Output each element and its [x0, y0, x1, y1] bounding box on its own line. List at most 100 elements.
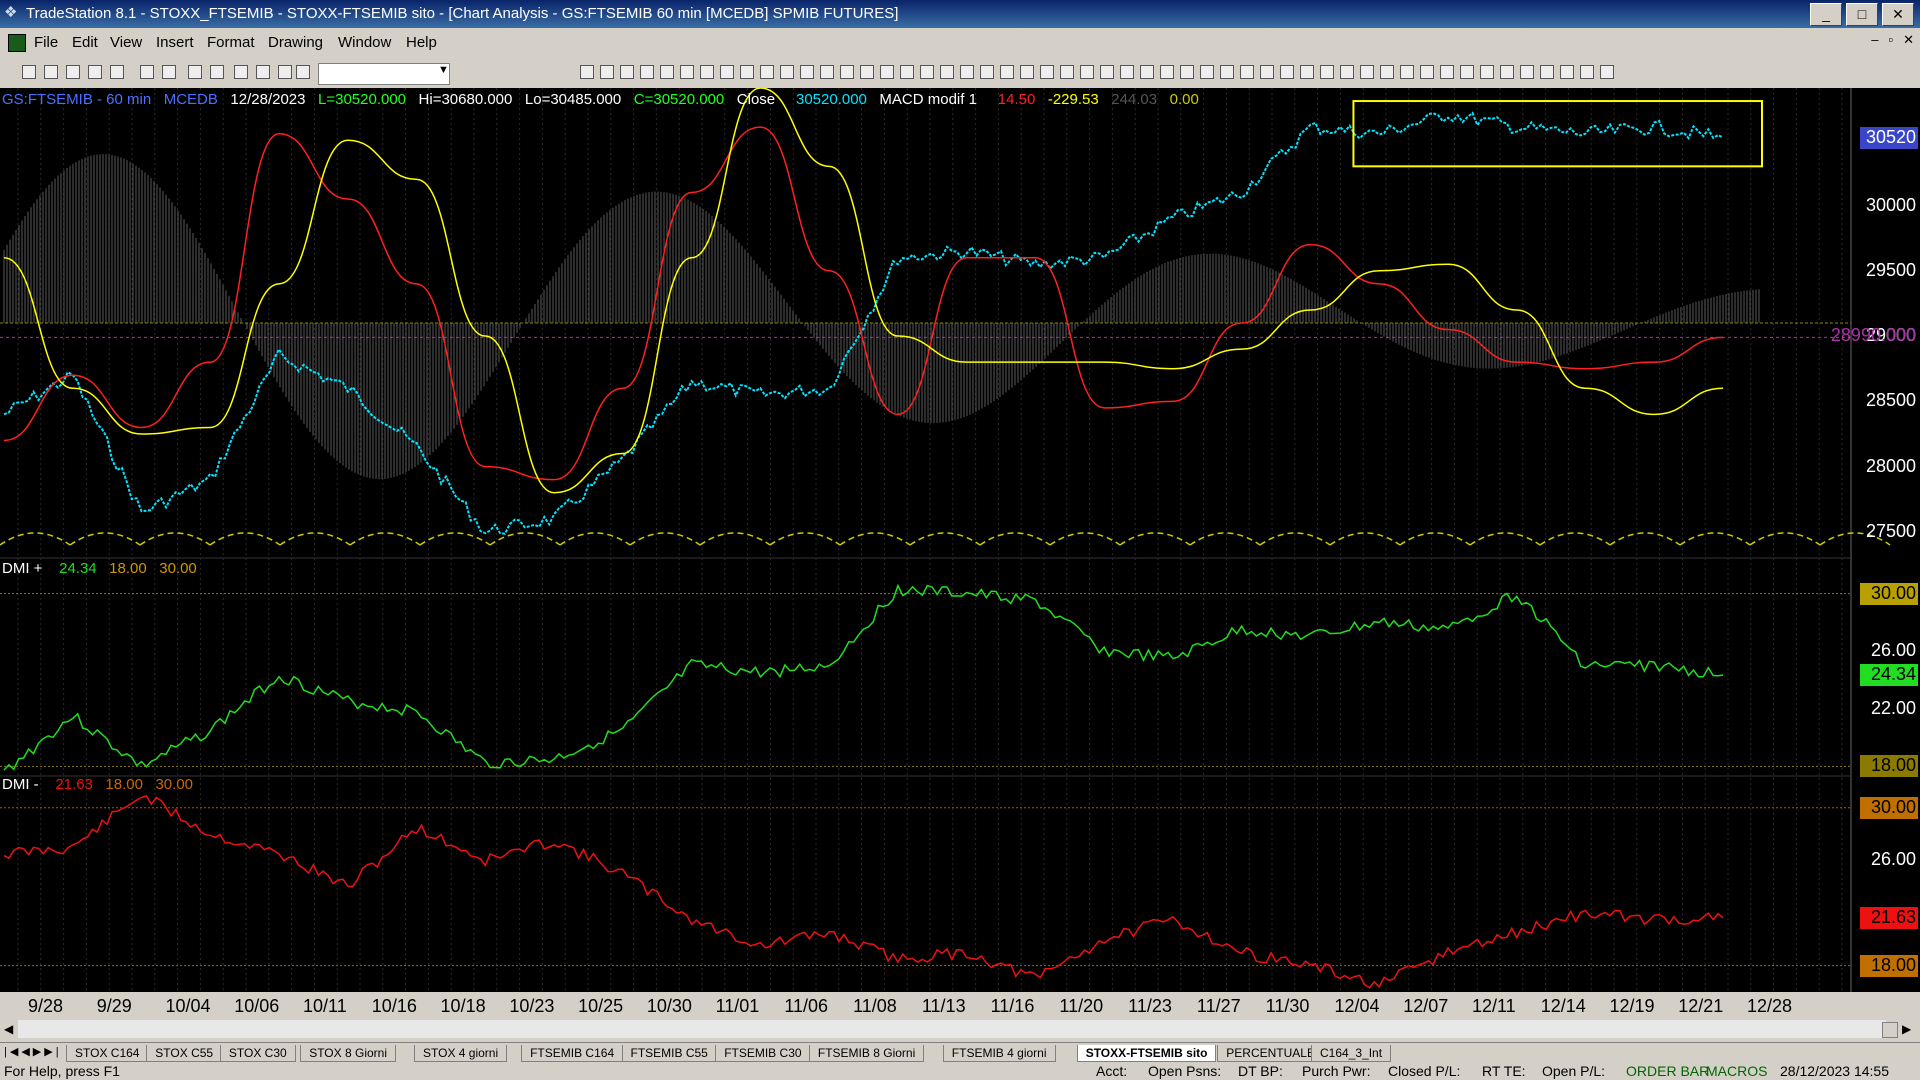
- tab-ftsemib-8-giorni[interactable]: FTSEMIB 8 Giorni: [808, 1045, 925, 1062]
- toolbar-tool-icon[interactable]: [1140, 65, 1154, 79]
- scroll-track[interactable]: [18, 1020, 1886, 1038]
- toolbar-icon[interactable]: [140, 65, 154, 79]
- toolbar-tool-icon[interactable]: [740, 65, 754, 79]
- toolbar-icon[interactable]: [278, 65, 292, 79]
- child-minimize-icon[interactable]: –: [1871, 32, 1878, 48]
- toolbar-tool-icon[interactable]: [1060, 65, 1074, 79]
- toolbar-icon[interactable]: [66, 65, 80, 79]
- tab-stoxx-ftsemib-sito[interactable]: STOXX-FTSEMIB sito: [1076, 1045, 1217, 1062]
- combo-dropdown-icon[interactable]: ▼: [438, 64, 449, 76]
- toolbar-tool-icon[interactable]: [620, 65, 634, 79]
- toolbar-tool-icon[interactable]: [1500, 65, 1514, 79]
- scroll-right-icon[interactable]: ▶: [1902, 1022, 1911, 1036]
- menu-edit[interactable]: Edit: [72, 34, 98, 51]
- toolbar-tool-icon[interactable]: [1280, 65, 1294, 79]
- toolbar-tool-icon[interactable]: [700, 65, 714, 79]
- horizontal-scrollbar[interactable]: ◀ ▶: [0, 1018, 1920, 1042]
- toolbar-icon[interactable]: [234, 65, 248, 79]
- menu-drawing[interactable]: Drawing: [268, 34, 323, 51]
- toolbar-tool-icon[interactable]: [600, 65, 614, 79]
- toolbar-tool-icon[interactable]: [960, 65, 974, 79]
- toolbar-tool-icon[interactable]: [1400, 65, 1414, 79]
- menu-insert[interactable]: Insert: [156, 34, 194, 51]
- toolbar-icon[interactable]: [256, 65, 270, 79]
- child-restore-icon[interactable]: ▫: [1888, 32, 1893, 48]
- toolbar-tool-icon[interactable]: [1260, 65, 1274, 79]
- toolbar-tool-icon[interactable]: [1200, 65, 1214, 79]
- tab-ftsemib-4-giorni[interactable]: FTSEMIB 4 giorni: [942, 1045, 1056, 1062]
- toolbar-tool-icon[interactable]: [800, 65, 814, 79]
- tab-ftsemib-c164[interactable]: FTSEMIB C164: [521, 1045, 624, 1062]
- toolbar-icon[interactable]: [88, 65, 102, 79]
- tab-nav-icons[interactable]: |◀◀▶▶|: [4, 1045, 62, 1058]
- chart-area[interactable]: GS:FTSEMIB - 60 min MCEDB 12/28/2023 L=3…: [0, 88, 1920, 1006]
- toolbar-tool-icon[interactable]: [1380, 65, 1394, 79]
- tab-stox-4-giorni[interactable]: STOX 4 giorni: [414, 1045, 508, 1062]
- chart-doc-icon[interactable]: [8, 34, 26, 52]
- toolbar-icon[interactable]: [44, 65, 58, 79]
- toolbar-tool-icon[interactable]: [1480, 65, 1494, 79]
- toolbar-tool-icon[interactable]: [780, 65, 794, 79]
- toolbar-icon[interactable]: [110, 65, 124, 79]
- minimize-button[interactable]: _: [1810, 3, 1842, 26]
- tab-percentuale[interactable]: PERCENTUALE: [1217, 1045, 1324, 1062]
- toolbar-tool-icon[interactable]: [1460, 65, 1474, 79]
- toolbar-tool-icon[interactable]: [980, 65, 994, 79]
- toolbar-tool-icon[interactable]: [1440, 65, 1454, 79]
- toolbar-tool-icon[interactable]: [900, 65, 914, 79]
- toolbar-tool-icon[interactable]: [1220, 65, 1234, 79]
- toolbar-tool-icon[interactable]: [1520, 65, 1534, 79]
- toolbar-tool-icon[interactable]: [920, 65, 934, 79]
- symbol-combo[interactable]: [318, 63, 450, 85]
- toolbar-tool-icon[interactable]: [580, 65, 594, 79]
- toolbar-icon[interactable]: [22, 65, 36, 79]
- toolbar-tool-icon[interactable]: [1120, 65, 1134, 79]
- toolbar-tool-icon[interactable]: [880, 65, 894, 79]
- order-bar-button[interactable]: ORDER BAR: [1626, 1063, 1709, 1079]
- tab-c164-3-int[interactable]: C164_3_Int: [1311, 1045, 1392, 1062]
- toolbar-tool-icon[interactable]: [1540, 65, 1554, 79]
- macros-button[interactable]: MACROS: [1706, 1063, 1767, 1079]
- scroll-thumb-icon[interactable]: [1882, 1022, 1898, 1038]
- menu-view[interactable]: View: [110, 34, 142, 51]
- toolbar-tool-icon[interactable]: [1560, 65, 1574, 79]
- tab-ftsemib-c30[interactable]: FTSEMIB C30: [715, 1045, 811, 1062]
- toolbar-tool-icon[interactable]: [640, 65, 654, 79]
- toolbar-tool-icon[interactable]: [1080, 65, 1094, 79]
- close-button[interactable]: ✕: [1882, 3, 1914, 26]
- scroll-left-icon[interactable]: ◀: [4, 1022, 13, 1036]
- toolbar-icon[interactable]: [162, 65, 176, 79]
- tab-stox-c55[interactable]: STOX C55: [146, 1045, 223, 1062]
- toolbar-tool-icon[interactable]: [1420, 65, 1434, 79]
- toolbar-tool-icon[interactable]: [1040, 65, 1054, 79]
- tab-ftsemib-c55[interactable]: FTSEMIB C55: [621, 1045, 717, 1062]
- toolbar-tool-icon[interactable]: [1300, 65, 1314, 79]
- toolbar-tool-icon[interactable]: [1340, 65, 1354, 79]
- menu-format[interactable]: Format: [207, 34, 255, 51]
- toolbar-tool-icon[interactable]: [1020, 65, 1034, 79]
- menu-file[interactable]: File: [34, 34, 58, 51]
- toolbar-tool-icon[interactable]: [840, 65, 854, 79]
- menu-window[interactable]: Window: [338, 34, 391, 51]
- toolbar-tool-icon[interactable]: [940, 65, 954, 79]
- toolbar-tool-icon[interactable]: [1320, 65, 1334, 79]
- toolbar-icon[interactable]: [188, 65, 202, 79]
- toolbar-tool-icon[interactable]: [1000, 65, 1014, 79]
- toolbar-tool-icon[interactable]: [680, 65, 694, 79]
- tab-stox-c164[interactable]: STOX C164: [66, 1045, 149, 1062]
- toolbar-tool-icon[interactable]: [1600, 65, 1614, 79]
- toolbar-tool-icon[interactable]: [860, 65, 874, 79]
- toolbar-tool-icon[interactable]: [1360, 65, 1374, 79]
- toolbar-tool-icon[interactable]: [660, 65, 674, 79]
- toolbar-tool-icon[interactable]: [1160, 65, 1174, 79]
- menu-help[interactable]: Help: [406, 34, 437, 51]
- child-close-icon[interactable]: ✕: [1903, 32, 1914, 48]
- toolbar-tool-icon[interactable]: [820, 65, 834, 79]
- toolbar-tool-icon[interactable]: [720, 65, 734, 79]
- maximize-button[interactable]: □: [1846, 3, 1878, 26]
- tab-stox-8-giorni[interactable]: STOX 8 Giorni: [300, 1045, 396, 1062]
- toolbar-tool-icon[interactable]: [1180, 65, 1194, 79]
- toolbar-tool-icon[interactable]: [1100, 65, 1114, 79]
- chart-canvas[interactable]: [0, 88, 1920, 992]
- toolbar-tool-icon[interactable]: [1580, 65, 1594, 79]
